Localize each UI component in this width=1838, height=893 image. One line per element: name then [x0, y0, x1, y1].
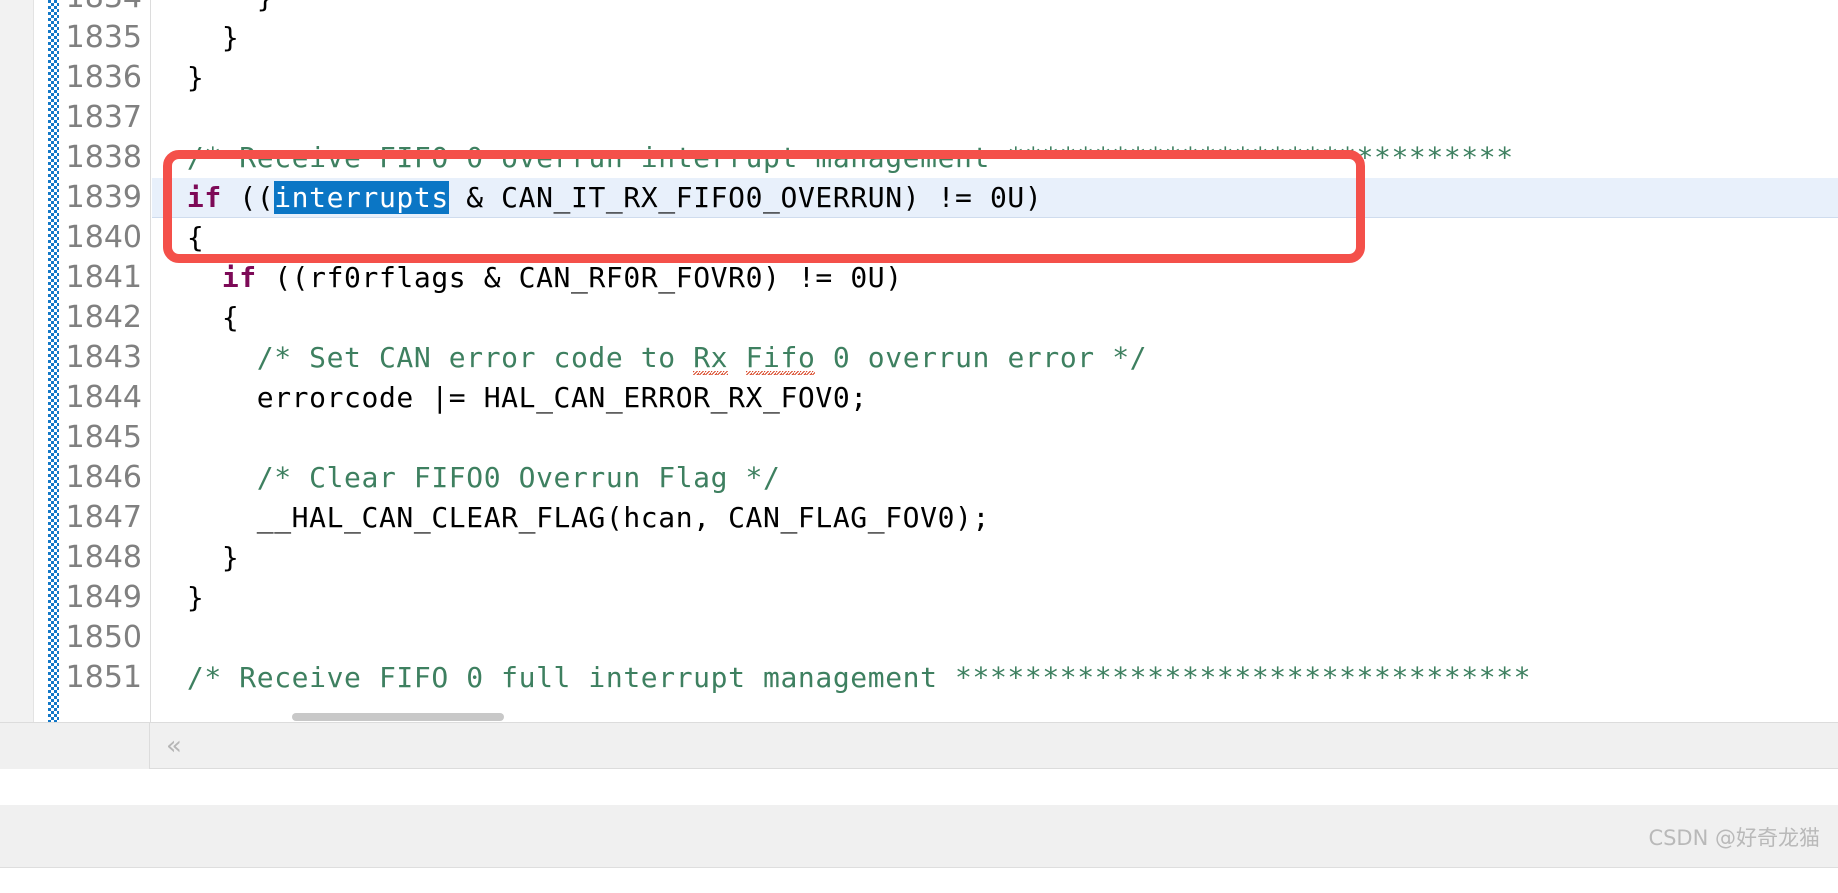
line-number: 1835 [65, 20, 142, 55]
code-token-comment [728, 341, 745, 374]
line-number: 1838 [65, 140, 142, 175]
code-line[interactable]: } [152, 578, 1838, 618]
code-token-comment: 0 overrun error */ [815, 341, 1148, 374]
code-token-comment: /* Set CAN error code to [152, 341, 694, 374]
code-token-selected: interrupts [274, 181, 449, 214]
code-token-misspelled-word: Rx [693, 341, 729, 375]
code-token-plain: } [152, 61, 205, 94]
chevron-left-icon[interactable]: « [166, 731, 182, 761]
code-token-plain: { [152, 301, 240, 334]
code-line[interactable]: { [152, 218, 1838, 258]
change-bar-indicator [48, 0, 59, 722]
line-number-gutter[interactable]: 1834 1835 1836 1837 1838 1839 1840 1841 1842 1843… [59, 0, 151, 722]
code-token-keyword: if [221, 261, 257, 294]
code-token-plain: } [152, 581, 205, 614]
code-line[interactable]: __HAL_CAN_CLEAR_FLAG(hcan, CAN_FLAG_FOV0… [152, 498, 1838, 538]
code-line[interactable]: /* Clear FIFO0 Overrun Flag */ [152, 458, 1838, 498]
code-token-plain: } [152, 541, 240, 574]
line-number: 1842 [65, 300, 142, 335]
line-number: 1839 [65, 180, 142, 215]
code-token-plain: & CAN_IT_RX_FIFO0_OVERRUN) != 0U) [448, 181, 1043, 214]
line-number: 1841 [65, 260, 142, 295]
line-number: 1848 [65, 540, 142, 575]
horizontal-scrollbar-thumb[interactable] [292, 713, 504, 721]
code-token-misspelled-word: Fifo [745, 341, 816, 375]
watermark-zone: CSDN @好奇龙猫 [0, 769, 1838, 893]
code-line[interactable]: } [152, 58, 1838, 98]
line-number: 1850 [65, 620, 142, 655]
status-bar-gutter-cell [0, 723, 150, 770]
code-token-keyword: if [186, 181, 222, 214]
code-token-plain: } [152, 0, 274, 14]
watermark-divider [0, 867, 1838, 868]
code-token-comment: /* Receive FIFO 0 overrun interrupt mana… [152, 141, 1514, 174]
code-line[interactable] [152, 418, 1838, 458]
code-line[interactable]: { [152, 298, 1838, 338]
code-line[interactable]: /* Receive FIFO 0 overrun interrupt mana… [152, 138, 1838, 178]
line-number: 1844 [65, 380, 142, 415]
code-line[interactable] [152, 618, 1838, 658]
code-token-plain: { [152, 221, 205, 254]
watermark-band [0, 805, 1838, 867]
code-token-comment: /* Clear FIFO0 Overrun Flag */ [152, 461, 781, 494]
code-line[interactable]: if ((rf0rflags & CAN_RF0R_FOVR0) != 0U) [152, 258, 1838, 298]
line-number: 1846 [65, 460, 142, 495]
line-number: 1849 [65, 580, 142, 615]
code-token-plain: } [152, 21, 240, 54]
line-number: 1834 [66, 0, 142, 18]
code-token-plain: __HAL_CAN_CLEAR_FLAG(hcan, CAN_FLAG_FOV0… [152, 501, 990, 534]
code-token-plain: errorcode |= HAL_CAN_ERROR_RX_FOV0; [152, 381, 868, 414]
code-token-plain: (( [221, 181, 275, 214]
line-number: 1845 [65, 420, 142, 455]
code-token-comment: /* Receive FIFO 0 full interrupt managem… [152, 661, 1532, 694]
code-editor[interactable]: 1834 1835 1836 1837 1838 1839 1840 1841 1842 1843… [0, 0, 1838, 722]
horizontal-scrollbar-track[interactable] [152, 712, 1838, 722]
line-number: 1851 [65, 660, 142, 695]
watermark-label: CSDN @好奇龙猫 [1648, 826, 1820, 850]
code-line[interactable]: /* Set CAN error code to Rx Fifo 0 overr… [152, 338, 1838, 378]
code-line[interactable]: errorcode |= HAL_CAN_ERROR_RX_FOV0; [152, 378, 1838, 418]
code-line-current[interactable]: if ((interrupts & CAN_IT_RX_FIFO0_OVERRU… [152, 178, 1838, 218]
code-token-plain: ((rf0rflags & CAN_RF0R_FOVR0) != 0U) [256, 261, 903, 294]
line-number: 1836 [65, 60, 142, 95]
code-text-area[interactable]: } } } /* Receive FIFO 0 overrun interrup… [152, 0, 1838, 722]
line-number: 1840 [65, 220, 142, 255]
screenshot-root: 1834 1835 1836 1837 1838 1839 1840 1841 1842 1843… [0, 0, 1838, 893]
code-line[interactable]: } [152, 0, 1838, 18]
line-number: 1837 [65, 100, 142, 135]
code-line[interactable]: } [152, 18, 1838, 58]
line-number: 1843 [65, 340, 142, 375]
line-number: 1847 [65, 500, 142, 535]
editor-status-bar: « [0, 722, 1838, 770]
editor-left-margin [0, 0, 34, 722]
editor-left-margin-gap [34, 0, 48, 722]
code-line[interactable]: /* Receive FIFO 0 full interrupt managem… [152, 658, 1838, 698]
code-line[interactable]: } [152, 538, 1838, 578]
code-line[interactable] [152, 98, 1838, 138]
